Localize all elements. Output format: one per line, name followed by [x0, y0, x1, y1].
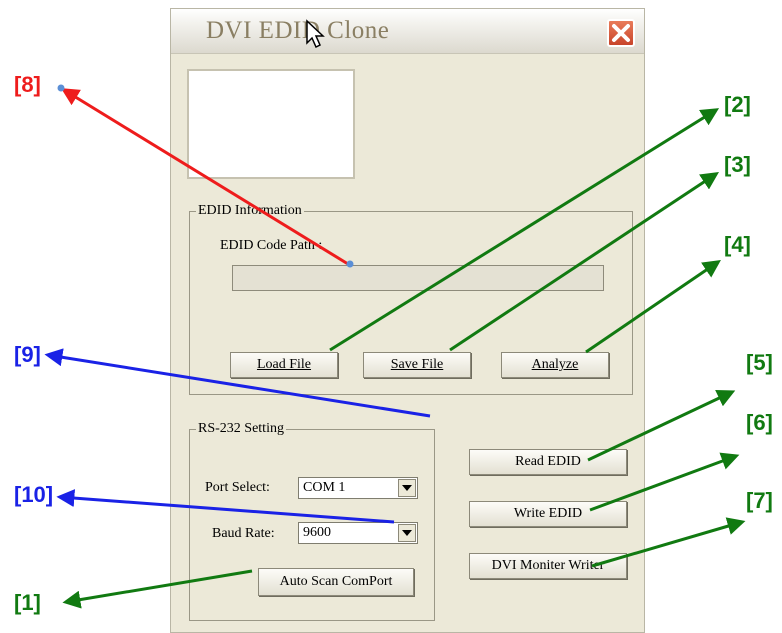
callout-1: [1]	[14, 590, 41, 615]
callout-5-arrow	[587, 390, 736, 462]
callout-3-arrow	[449, 172, 720, 352]
callout-6: [6]	[746, 410, 773, 435]
callout-10: [10]	[14, 482, 54, 507]
annotation-overlay	[44, 84, 746, 609]
callout-7: [7]	[746, 488, 773, 513]
callout-8-dot	[57, 84, 65, 92]
callout-10-arrow	[56, 489, 395, 524]
callout-7-arrow	[591, 517, 746, 568]
callout-1-arrow	[62, 569, 253, 609]
callout-3: [3]	[724, 152, 751, 177]
callout-5: [5]	[746, 350, 773, 375]
callout-8-arrow	[60, 88, 349, 266]
callout-6-arrow	[589, 452, 740, 512]
callout-9: [9]	[14, 342, 41, 367]
callout-4-arrow	[585, 259, 721, 354]
callout-8: [8]	[14, 72, 41, 97]
callout-9-arrow	[44, 348, 431, 418]
callout-2-arrow	[329, 108, 720, 352]
callout-8-target-dot	[346, 260, 354, 268]
callout-4: [4]	[724, 232, 751, 257]
callout-2: [2]	[724, 92, 751, 117]
